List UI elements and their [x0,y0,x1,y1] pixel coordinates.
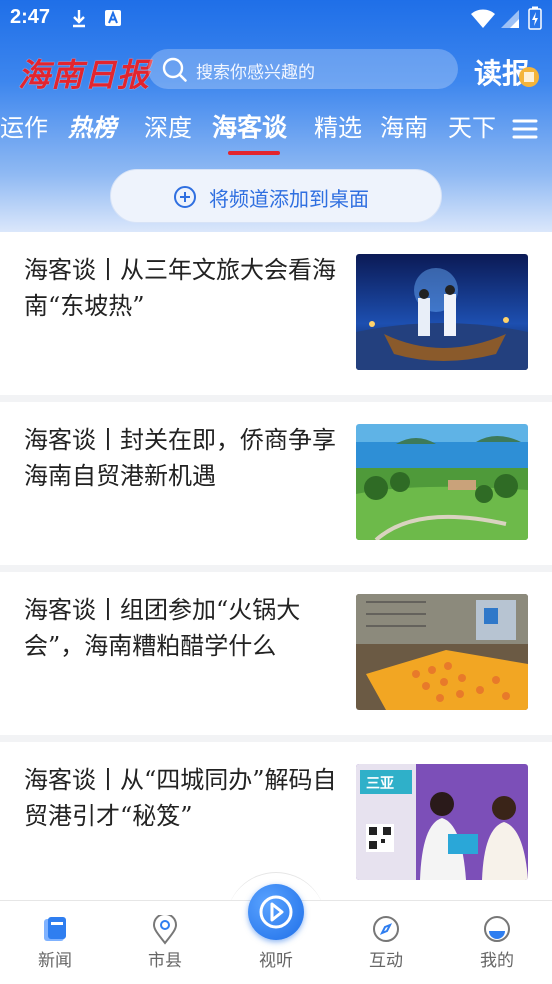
nav-news-label: 新闻 [38,951,72,971]
nav-profile-label: 我的 [480,951,514,971]
nav-interaction[interactable]: 互动 [331,901,441,984]
nav-city-county[interactable]: 市县 [110,901,220,984]
article-card[interactable]: 海客谈丨封关在即，侨商争享海南自贸港新机遇 [0,402,552,565]
news-icon [44,917,66,941]
article-thumbnail: 三亚 [356,764,528,880]
channel-tabs: 运作 热榜 深度 海客谈 精选 海南 天下 [0,104,552,160]
status-time: 2:47 [10,6,51,28]
nav-city-county-label: 市县 [148,951,182,971]
tab-depth[interactable]: 深度 [144,108,192,143]
location-pin-icon [152,915,178,945]
tab-operation[interactable]: 运作 [0,108,48,143]
tab-hainan[interactable]: 海南 [380,108,428,143]
article-card[interactable]: 海客谈丨从三年文旅大会看海南“东坡热” [0,232,552,395]
tab-haiketan[interactable]: 海客谈 [212,108,287,144]
add-circle-icon [174,186,196,208]
article-title: 海客谈丨封关在即，侨商争享海南自贸港新机遇 [24,426,336,490]
article-thumbnail [356,254,528,370]
article-thumbnail [356,424,528,540]
nav-audio-video-label: 视听 [259,951,293,971]
download-icon [73,10,85,28]
battery-icon [528,6,542,30]
wifi-icon [471,9,495,28]
play-icon [259,895,293,929]
search-icon [162,57,187,82]
tab-hot-list[interactable]: 热榜 [68,108,116,143]
article-title: 海客谈丨组团参加“火锅大会”，海南糟粕醋学什么 [24,596,301,660]
article-title: 海客谈丨从“四城同办”解码自贸港引才“秘笈” [24,766,337,830]
nav-profile[interactable]: 我的 [442,901,552,984]
signal-icon [501,10,519,28]
read-newspaper-button[interactable]: 读报 [474,50,539,90]
search-bar[interactable]: 搜索你感兴趣的 [148,49,458,89]
tab-featured[interactable]: 精选 [314,108,362,143]
article-thumbnail [356,594,528,710]
app-logo: 海南日报 [18,56,151,94]
search-placeholder: 搜索你感兴趣的 [196,63,315,83]
add-channel-label: 将频道添加到桌面 [209,187,369,211]
article-card[interactable]: 海客谈丨组团参加“火锅大会”，海南糟粕醋学什么 [0,572,552,735]
channel-menu-icon[interactable] [512,118,538,140]
thumbnail-sign-text: 三亚 [366,776,394,792]
profile-icon [484,916,510,942]
status-bar: 2:47 [0,0,552,38]
active-tab-indicator [228,151,280,155]
notification-app-icon [105,10,121,26]
tab-world[interactable]: 天下 [448,108,496,143]
nav-news[interactable]: 新闻 [0,901,110,984]
nav-interaction-label: 互动 [369,951,403,971]
add-channel-to-desktop-button[interactable]: 将频道添加到桌面 [110,169,442,223]
compass-icon [373,916,399,942]
article-title: 海客谈丨从三年文旅大会看海南“东坡热” [24,256,336,320]
play-button[interactable] [248,884,304,940]
app-header: 2:47 海南日报 搜索你感兴趣的 读报 运作 热榜 深度 海客谈 精选 海南 … [0,0,552,232]
newspaper-badge-icon [519,67,539,87]
